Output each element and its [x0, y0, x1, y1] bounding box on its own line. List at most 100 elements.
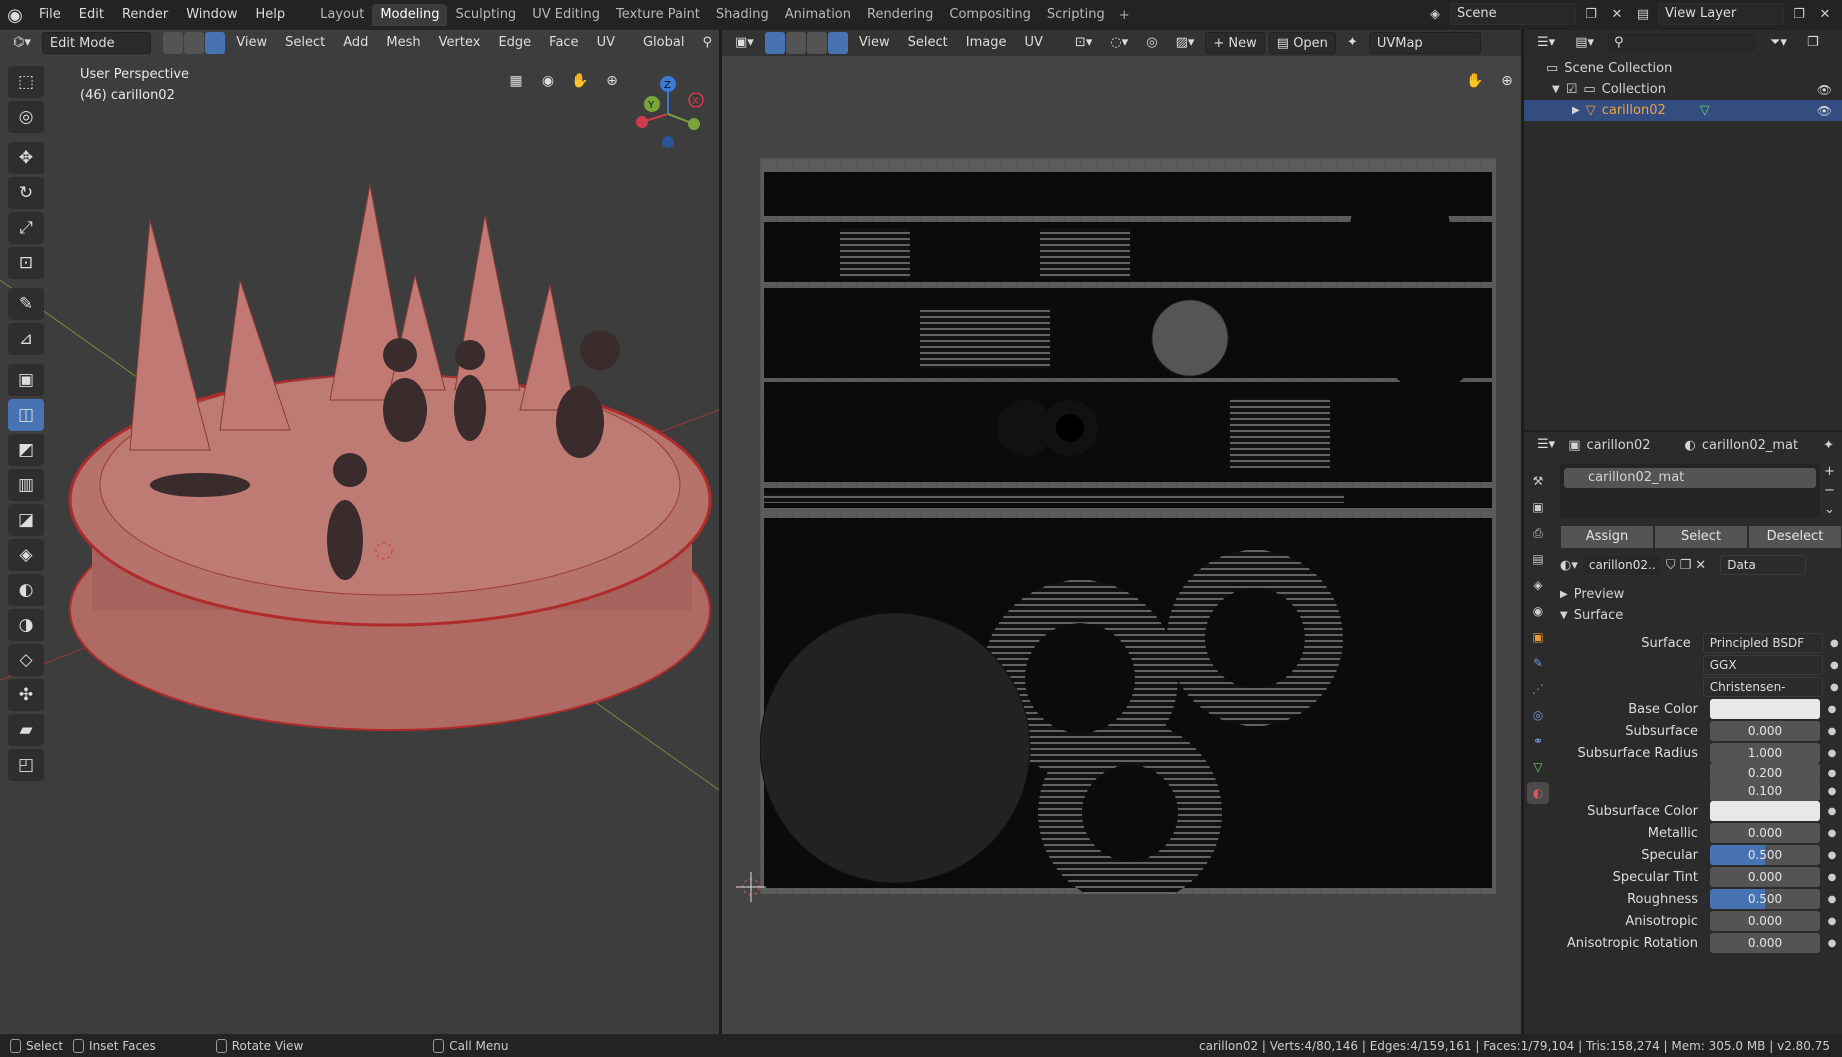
- image-browse-icon[interactable]: ▨▾: [1169, 32, 1202, 54]
- link-dropdown[interactable]: Data: [1720, 555, 1807, 575]
- assign-button[interactable]: Assign: [1561, 526, 1653, 548]
- blender-logo-icon[interactable]: ◉: [0, 0, 30, 30]
- menu-window[interactable]: Window: [177, 0, 246, 30]
- extrude-tool-icon[interactable]: ▣: [8, 364, 44, 396]
- node-socket-icon[interactable]: ●: [1827, 638, 1842, 649]
- 2d-cursor-icon[interactable]: [736, 872, 766, 902]
- node-socket-icon[interactable]: ●: [1824, 828, 1840, 839]
- property-value[interactable]: 0.000: [1710, 721, 1820, 741]
- node-socket-icon[interactable]: ●: [1824, 894, 1840, 905]
- slot-menu-icon[interactable]: ⌄: [1824, 502, 1842, 517]
- uv-pan-hand-icon[interactable]: ✋: [1462, 68, 1488, 94]
- measure-tool-icon[interactable]: ⊿: [8, 323, 44, 355]
- surface-panel-header[interactable]: ▼ Surface: [1560, 605, 1842, 626]
- node-socket-icon[interactable]: ●: [1824, 916, 1840, 927]
- toggle-camera-grid-icon[interactable]: ▦: [503, 68, 529, 94]
- material-slot-item[interactable]: carillon02_mat: [1564, 468, 1816, 488]
- poly-build-tool-icon[interactable]: ◈: [8, 539, 44, 571]
- smooth-tool-icon[interactable]: ◑: [8, 609, 44, 641]
- tab-uv-editing[interactable]: UV Editing: [524, 4, 608, 26]
- material-tab-icon[interactable]: ◐: [1527, 782, 1549, 804]
- property-value[interactable]: GGX: [1702, 655, 1823, 675]
- 3d-viewport[interactable]: ⌬▾ Edit Mode View Select Add Mesh Vertex…: [0, 30, 719, 1034]
- node-socket-icon[interactable]: ●: [1824, 786, 1840, 797]
- property-value[interactable]: 0.500: [1710, 845, 1820, 865]
- tab-animation[interactable]: Animation: [777, 4, 859, 26]
- outliner-editor-type-icon[interactable]: ☰▾: [1530, 32, 1562, 54]
- scale-tool-icon[interactable]: ⤢: [8, 212, 44, 244]
- property-value[interactable]: [1710, 699, 1820, 719]
- node-socket-icon[interactable]: ●: [1824, 938, 1840, 949]
- shrink-fatten-tool-icon[interactable]: ✣: [8, 679, 44, 711]
- modifier-tab-icon[interactable]: ✎: [1527, 652, 1549, 674]
- tab-modeling[interactable]: Modeling: [372, 4, 448, 26]
- add-slot-icon[interactable]: +: [1824, 464, 1842, 479]
- scene-tab-icon[interactable]: ◈: [1527, 574, 1549, 596]
- tree-object-carillon02[interactable]: ▶ ▽ carillon02 ▽ 👁: [1524, 100, 1842, 121]
- display-mode-icon[interactable]: ▤▾: [1568, 32, 1601, 54]
- duplicate-material-icon[interactable]: ❐: [1680, 558, 1692, 573]
- tool-tab-icon[interactable]: ⚒: [1527, 470, 1549, 492]
- render-tab-icon[interactable]: ▣: [1527, 496, 1549, 518]
- material-browse-icon[interactable]: ◐▾: [1560, 558, 1578, 573]
- menu-file[interactable]: File: [30, 0, 70, 30]
- node-socket-icon[interactable]: ●: [1827, 682, 1842, 693]
- navigation-gizmo[interactable]: Z Y X: [626, 72, 710, 156]
- object-visibility-eye-icon[interactable]: 👁: [1817, 104, 1832, 118]
- uvmap-field[interactable]: UVMap: [1368, 32, 1481, 54]
- proportional-icon[interactable]: ◎: [1139, 32, 1164, 54]
- new-view-layer-icon[interactable]: ❐: [1788, 3, 1810, 25]
- view-layer-icon[interactable]: ▤: [1632, 3, 1654, 25]
- select-box-tool-icon[interactable]: ⬚: [8, 66, 44, 98]
- node-socket-icon[interactable]: ●: [1824, 748, 1840, 759]
- physics-tab-icon[interactable]: ◎: [1527, 704, 1549, 726]
- uv-menu-select[interactable]: Select: [901, 32, 955, 54]
- fake-user-icon[interactable]: ⛉: [1666, 558, 1676, 573]
- constraints-tab-icon[interactable]: ⚭: [1527, 730, 1549, 752]
- property-value[interactable]: 0.500: [1710, 889, 1820, 909]
- uv-edge-select-icon[interactable]: [806, 32, 827, 54]
- menu-help[interactable]: Help: [247, 0, 295, 30]
- tab-texture-paint[interactable]: Texture Paint: [608, 4, 708, 26]
- uv-menu-uv[interactable]: UV: [1018, 32, 1050, 54]
- bevel-tool-icon[interactable]: ◩: [8, 434, 44, 466]
- delete-scene-icon[interactable]: ✕: [1606, 3, 1628, 25]
- move-tool-icon[interactable]: ✥: [8, 142, 44, 174]
- inset-faces-tool-icon[interactable]: ◫: [8, 399, 44, 431]
- filter-icon[interactable]: ⏷▾: [1763, 32, 1794, 54]
- node-socket-icon[interactable]: ●: [1824, 872, 1840, 883]
- property-value[interactable]: 0.000: [1710, 867, 1820, 887]
- property-value[interactable]: Christensen-Burley: [1702, 677, 1823, 712]
- tab-layout[interactable]: Layout: [312, 4, 372, 26]
- new-collection-icon[interactable]: ❐: [1800, 32, 1826, 54]
- uv-editor[interactable]: ▣▾ View Select Image UV ⊡▾ ◌▾ ◎ ▨▾ + New…: [722, 30, 1521, 1034]
- property-value[interactable]: 0.200: [1710, 763, 1820, 783]
- tree-collection[interactable]: ▼ ☑ ▭ Collection 👁: [1524, 79, 1842, 100]
- particles-tab-icon[interactable]: ⋰: [1527, 678, 1549, 700]
- node-socket-icon[interactable]: ●: [1824, 726, 1840, 737]
- new-scene-icon[interactable]: ❐: [1580, 3, 1602, 25]
- tree-scene-collection[interactable]: ▭ Scene Collection: [1524, 58, 1842, 79]
- tab-shading[interactable]: Shading: [708, 4, 777, 26]
- view-layer-tab-icon[interactable]: ▤: [1527, 548, 1549, 570]
- cursor-tool-icon[interactable]: ◎: [8, 101, 44, 133]
- properties-editor-type-icon[interactable]: ☰▾: [1530, 434, 1562, 456]
- property-value[interactable]: Principled BSDF: [1702, 633, 1823, 653]
- uv-menu-image[interactable]: Image: [959, 32, 1014, 54]
- expand-object-icon[interactable]: ▶: [1572, 105, 1580, 116]
- uv-editor-type-icon[interactable]: ▣▾: [728, 32, 761, 54]
- property-value[interactable]: 1.000: [1710, 743, 1820, 763]
- uv-face-select-icon[interactable]: [827, 32, 848, 54]
- property-value[interactable]: 0.100: [1710, 781, 1820, 801]
- property-value[interactable]: 0.000: [1710, 911, 1820, 931]
- spin-tool-icon[interactable]: ◐: [8, 574, 44, 606]
- snap-uv-icon[interactable]: ◌▾: [1103, 32, 1135, 54]
- tab-scripting[interactable]: Scripting: [1039, 4, 1113, 26]
- node-socket-icon[interactable]: ●: [1827, 660, 1842, 671]
- node-socket-icon[interactable]: ●: [1824, 704, 1840, 715]
- loop-cut-tool-icon[interactable]: ▥: [8, 469, 44, 501]
- pin-icon[interactable]: ✦: [1340, 32, 1365, 54]
- material-slot-list[interactable]: carillon02_mat: [1560, 464, 1820, 518]
- property-value[interactable]: 0.000: [1710, 823, 1820, 843]
- tab-compositing[interactable]: Compositing: [941, 4, 1039, 26]
